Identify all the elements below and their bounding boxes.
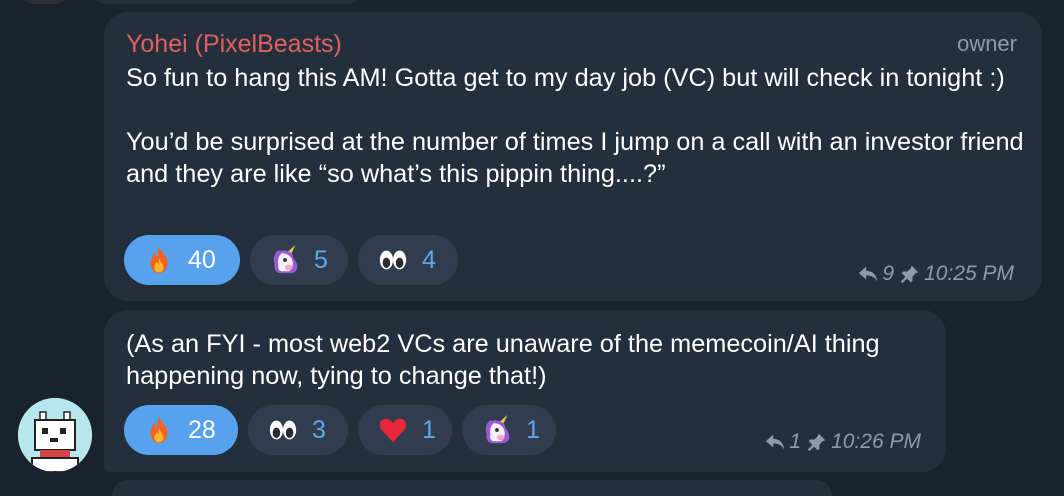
reaction-count: 40	[188, 245, 216, 274]
reaction-count: 3	[312, 415, 326, 444]
pin-icon	[807, 432, 827, 452]
message-text: So fun to hang this AM! Gotta get to my …	[126, 64, 1024, 188]
reaction-eyes-button[interactable]: 3	[248, 405, 348, 455]
reply-icon	[857, 263, 879, 285]
reaction-unicorn-button[interactable]: 1	[462, 405, 556, 455]
message-meta: 9 10:25 PM	[857, 262, 1014, 286]
message-bubble[interactable]: Yohei (PixelBeasts) owner So fun to hang…	[104, 12, 1042, 301]
eyes-icon	[268, 415, 298, 445]
pixel-beast-avatar-icon	[18, 398, 92, 472]
message-text: (As an FYI - most web2 VCs are unaware o…	[126, 330, 887, 390]
avatar[interactable]	[18, 398, 92, 472]
unicorn-icon	[482, 415, 512, 445]
reaction-count: 4	[422, 245, 436, 274]
reply-count[interactable]: 1	[789, 430, 801, 454]
fire-icon	[144, 415, 174, 445]
reply-icon	[764, 431, 786, 453]
message-bubble[interactable]: (As an FYI - most web2 VCs are unaware o…	[104, 310, 946, 472]
sender-name[interactable]: Yohei (PixelBeasts)	[126, 30, 342, 59]
fire-icon	[144, 245, 174, 275]
message-time: 10:26 PM	[831, 430, 921, 453]
message-meta: 1 10:26 PM	[764, 430, 921, 454]
message-time: 10:25 PM	[924, 262, 1014, 285]
reply-count[interactable]: 9	[882, 262, 894, 286]
reaction-unicorn-button[interactable]: 5	[250, 235, 348, 285]
heart-icon	[378, 415, 408, 445]
unicorn-icon	[270, 245, 300, 275]
previous-message-edge	[92, 0, 362, 4]
reaction-fire-button[interactable]: 40	[124, 235, 240, 285]
pin-icon	[900, 264, 920, 284]
reaction-count: 28	[188, 415, 216, 444]
reaction-count: 5	[314, 245, 328, 274]
next-message-edge	[112, 480, 832, 496]
reaction-count: 1	[422, 415, 436, 444]
reaction-heart-button[interactable]: 1	[358, 405, 452, 455]
reaction-fire-button[interactable]: 28	[124, 405, 238, 455]
previous-avatar-edge	[20, 0, 70, 4]
role-badge: owner	[957, 31, 1017, 56]
eyes-icon	[378, 245, 408, 275]
reaction-eyes-button[interactable]: 4	[358, 235, 458, 285]
reaction-count: 1	[526, 415, 540, 444]
